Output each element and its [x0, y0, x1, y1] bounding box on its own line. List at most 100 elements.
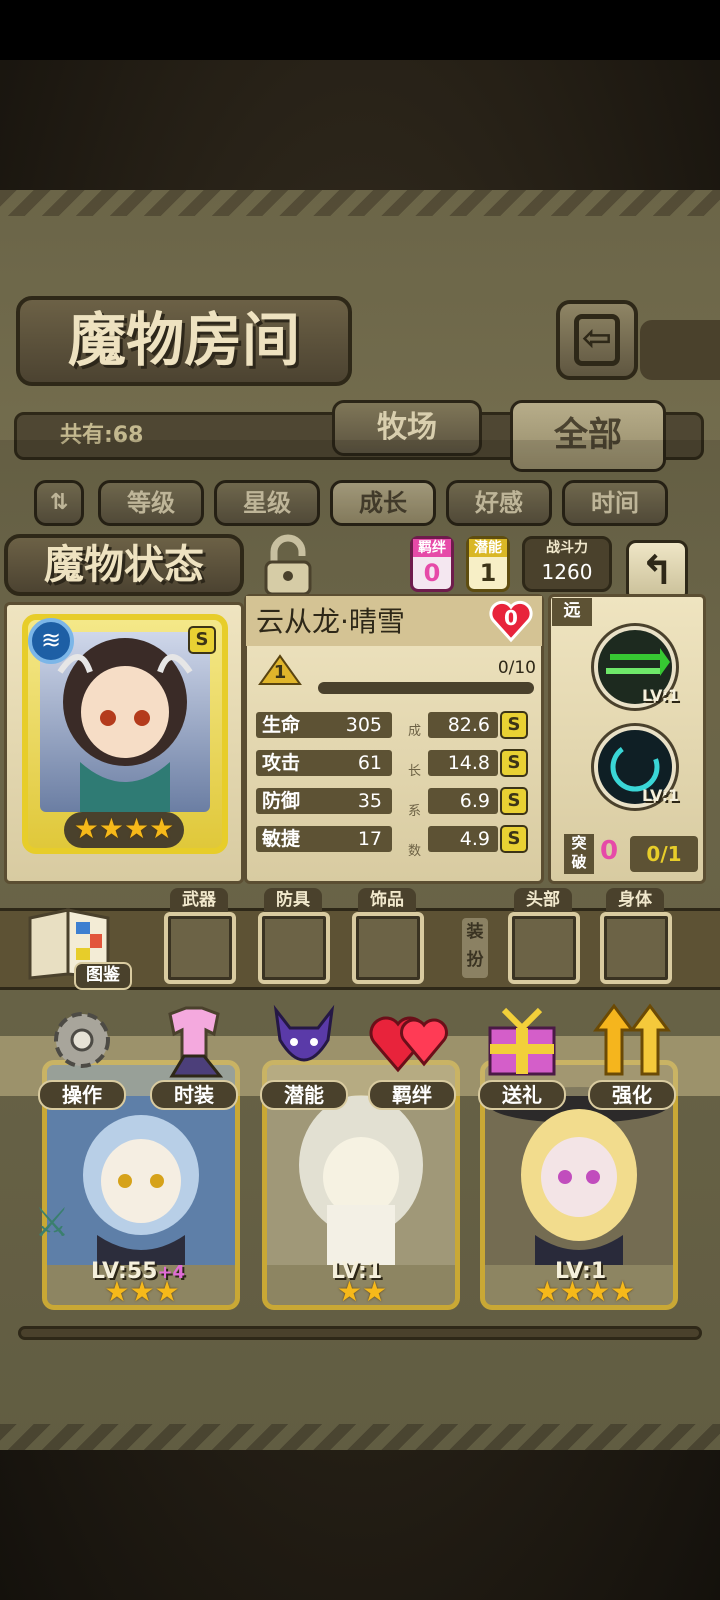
upgrade-arrows-icon	[593, 1003, 671, 1076]
growth-caption: 成 长 系 数	[408, 712, 422, 872]
growth-value: 82.6	[428, 712, 498, 738]
stat-value: 35	[357, 790, 382, 812]
stat-value: 17	[357, 828, 382, 850]
exp-bar	[318, 682, 534, 694]
skill-slot-2[interactable]: LV:1	[594, 726, 679, 808]
growth-grade-badge: S	[500, 825, 528, 853]
action-enhance-button[interactable]: 强化	[588, 1000, 676, 1110]
side-panel-edge	[640, 320, 720, 380]
stat-name: 生命	[262, 714, 301, 736]
action-label: 潜能	[260, 1080, 348, 1110]
status-bar-area	[0, 0, 720, 60]
card-stars: ★★★★	[515, 1275, 655, 1308]
affection-heart: 0	[488, 600, 534, 644]
star-icon: ★	[534, 1275, 560, 1308]
armor-slot[interactable]	[258, 912, 330, 984]
action-label: 操作	[38, 1080, 126, 1110]
bond-label: 羁绊	[413, 539, 451, 557]
growth-grade-badge: S	[500, 711, 528, 739]
weapon-slot[interactable]	[164, 912, 236, 984]
action-gift-button[interactable]: 送礼	[478, 1000, 566, 1110]
action-label: 送礼	[478, 1080, 566, 1110]
star-icon: ★	[336, 1275, 362, 1308]
star-icon: ★	[104, 1275, 130, 1308]
list-bottom-rail	[18, 1326, 702, 1340]
stat-name: 攻击	[262, 752, 301, 774]
head-slot[interactable]	[508, 912, 580, 984]
codex-button[interactable]: 图鉴	[24, 904, 134, 990]
growth-caption-char: 数	[408, 844, 422, 859]
combat-power-value: 1260	[541, 560, 593, 584]
combat-power-badge: 战斗力 1260	[522, 536, 612, 592]
stat-value: 305	[345, 714, 382, 736]
outfit-icon	[168, 1006, 224, 1078]
lock-icon	[264, 534, 312, 596]
action-operate-button[interactable]: 操作	[38, 1000, 126, 1110]
range-type-label: 远	[552, 598, 592, 626]
status-title: 魔物状态	[4, 534, 244, 596]
action-outfit-button[interactable]: 时装	[150, 1000, 238, 1110]
combat-power-label: 战斗力	[546, 540, 588, 556]
breakthrough-label-char: 破	[571, 853, 587, 871]
potential-value: 1	[479, 559, 497, 587]
water-element-icon: ≋	[28, 618, 74, 664]
stat-name: 敏捷	[262, 828, 301, 850]
bond-badge: 羁绊 0	[410, 536, 454, 592]
body-slot-label: 身体	[606, 888, 664, 912]
breakthrough-label: 突 破	[564, 834, 594, 874]
body-slot[interactable]	[600, 912, 672, 984]
stat-name: 防御	[262, 790, 301, 812]
card-stars: ★★	[317, 1275, 407, 1308]
sword-icon: ⚔	[34, 1200, 70, 1246]
growth-value: 6.9	[428, 788, 498, 814]
card-stars: ★★★	[87, 1275, 197, 1308]
dress-up-label-char: 扮	[466, 950, 484, 970]
growth-value: 4.9	[428, 826, 498, 852]
breakthrough-progress: 0/1	[630, 836, 698, 872]
exp-text: 0/10	[497, 658, 536, 678]
action-potential-button[interactable]: 潜能	[260, 1000, 348, 1110]
action-label: 羁绊	[368, 1080, 456, 1110]
back-button[interactable]: ⇦	[556, 300, 638, 380]
star-icon: ★	[585, 1275, 611, 1308]
monster-name: 云从龙·晴雪	[256, 605, 405, 638]
star-icon: ★	[149, 812, 175, 845]
return-button[interactable]: ↰	[626, 540, 688, 602]
action-bond-button[interactable]: 羁绊	[368, 1000, 456, 1110]
room-title: 魔物房间	[16, 296, 352, 386]
potential-demon-icon	[273, 1004, 335, 1062]
accessory-slot[interactable]	[352, 912, 424, 984]
return-arrow-icon: ↰	[640, 548, 674, 594]
potential-badge: 潜能 1	[466, 536, 510, 592]
star-icon: ★	[610, 1275, 636, 1308]
star-rating: ★★★★	[64, 812, 184, 848]
growth-caption-char: 成	[408, 724, 422, 739]
star-icon: ★	[98, 812, 124, 845]
star-icon: ★	[129, 1275, 155, 1308]
potential-label: 潜能	[469, 539, 507, 557]
action-label: 强化	[588, 1080, 676, 1110]
head-slot-label: 头部	[514, 888, 572, 912]
affection-value: 0	[504, 606, 518, 630]
dress-up-label: 装 扮	[462, 918, 488, 978]
dress-up-label-char: 装	[466, 922, 484, 942]
growth-grade-badge: S	[500, 787, 528, 815]
armor-slot-label: 防具	[264, 888, 322, 912]
growth-caption-char: 系	[408, 804, 422, 819]
skill-level: LV:1	[642, 686, 680, 705]
rarity-badge: S	[188, 626, 216, 654]
gift-icon	[488, 1007, 556, 1076]
monster-portrait-art	[57, 638, 193, 812]
breakthrough-label-char: 突	[571, 834, 587, 852]
skill-slot-1[interactable]: LV:1	[594, 626, 680, 708]
star-icon: ★	[362, 1275, 388, 1308]
bond-value: 0	[423, 559, 441, 587]
lock-button[interactable]	[256, 532, 320, 598]
rank-badge: 1	[258, 654, 302, 694]
star-icon: ★	[154, 1275, 180, 1308]
star-icon: ★	[73, 812, 99, 845]
portrait-frame: ≋ S ★★★★	[22, 614, 228, 854]
star-icon: ★	[124, 812, 150, 845]
bond-hearts-icon	[369, 1016, 448, 1073]
growth-caption-char: 长	[408, 764, 422, 779]
